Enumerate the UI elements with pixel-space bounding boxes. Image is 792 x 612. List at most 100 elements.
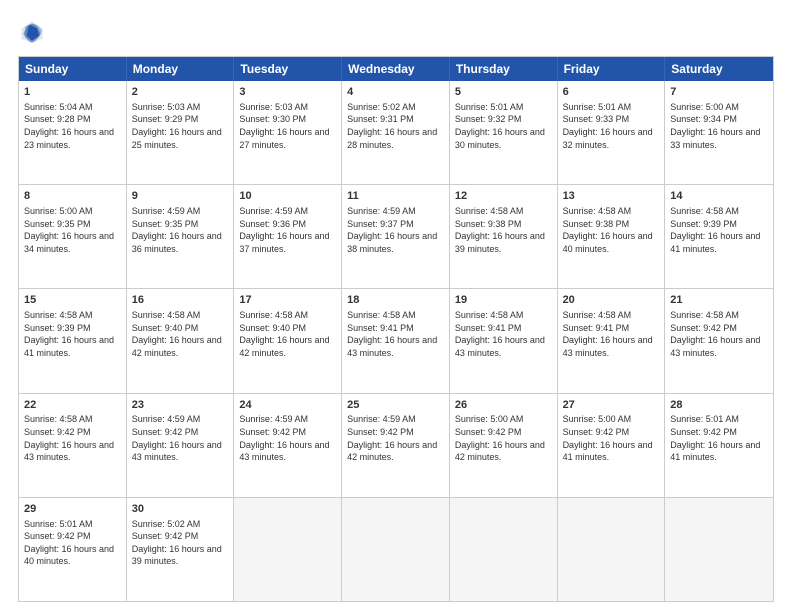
day-number: 29 xyxy=(24,502,121,517)
cell-info: Sunrise: 5:00 AMSunset: 9:42 PMDaylight:… xyxy=(455,413,552,463)
cell-info: Sunrise: 5:00 AMSunset: 9:42 PMDaylight:… xyxy=(563,413,660,463)
day-cell-6: 6 Sunrise: 5:01 AMSunset: 9:33 PMDayligh… xyxy=(558,81,666,184)
cell-info: Sunrise: 4:58 AMSunset: 9:40 PMDaylight:… xyxy=(132,309,229,359)
day-number: 14 xyxy=(670,189,768,204)
day-number: 7 xyxy=(670,85,768,100)
cell-info: Sunrise: 4:58 AMSunset: 9:42 PMDaylight:… xyxy=(24,413,121,463)
cell-info: Sunrise: 5:01 AMSunset: 9:42 PMDaylight:… xyxy=(670,413,768,463)
calendar-row-5: 29 Sunrise: 5:01 AMSunset: 9:42 PMDaylig… xyxy=(19,498,773,601)
cell-info: Sunrise: 4:58 AMSunset: 9:42 PMDaylight:… xyxy=(670,309,768,359)
header-cell-monday: Monday xyxy=(127,57,235,81)
day-number: 15 xyxy=(24,293,121,308)
cell-info: Sunrise: 5:01 AMSunset: 9:32 PMDaylight:… xyxy=(455,101,552,151)
page-header xyxy=(18,18,774,46)
day-number: 17 xyxy=(239,293,336,308)
header-cell-wednesday: Wednesday xyxy=(342,57,450,81)
day-cell-29: 29 Sunrise: 5:01 AMSunset: 9:42 PMDaylig… xyxy=(19,498,127,601)
day-cell-24: 24 Sunrise: 4:59 AMSunset: 9:42 PMDaylig… xyxy=(234,394,342,497)
cell-info: Sunrise: 5:01 AMSunset: 9:42 PMDaylight:… xyxy=(24,518,121,568)
cell-info: Sunrise: 4:59 AMSunset: 9:42 PMDaylight:… xyxy=(132,413,229,463)
day-cell-28: 28 Sunrise: 5:01 AMSunset: 9:42 PMDaylig… xyxy=(665,394,773,497)
day-number: 18 xyxy=(347,293,444,308)
day-cell-21: 21 Sunrise: 4:58 AMSunset: 9:42 PMDaylig… xyxy=(665,289,773,392)
day-cell-13: 13 Sunrise: 4:58 AMSunset: 9:38 PMDaylig… xyxy=(558,185,666,288)
calendar-page: SundayMondayTuesdayWednesdayThursdayFrid… xyxy=(0,0,792,612)
calendar-row-3: 15 Sunrise: 4:58 AMSunset: 9:39 PMDaylig… xyxy=(19,289,773,393)
day-number: 11 xyxy=(347,189,444,204)
header-cell-sunday: Sunday xyxy=(19,57,127,81)
day-cell-27: 27 Sunrise: 5:00 AMSunset: 9:42 PMDaylig… xyxy=(558,394,666,497)
day-cell-7: 7 Sunrise: 5:00 AMSunset: 9:34 PMDayligh… xyxy=(665,81,773,184)
day-cell-16: 16 Sunrise: 4:58 AMSunset: 9:40 PMDaylig… xyxy=(127,289,235,392)
day-cell-14: 14 Sunrise: 4:58 AMSunset: 9:39 PMDaylig… xyxy=(665,185,773,288)
day-cell-2: 2 Sunrise: 5:03 AMSunset: 9:29 PMDayligh… xyxy=(127,81,235,184)
day-cell-5: 5 Sunrise: 5:01 AMSunset: 9:32 PMDayligh… xyxy=(450,81,558,184)
calendar-row-2: 8 Sunrise: 5:00 AMSunset: 9:35 PMDayligh… xyxy=(19,185,773,289)
day-cell-15: 15 Sunrise: 4:58 AMSunset: 9:39 PMDaylig… xyxy=(19,289,127,392)
day-number: 1 xyxy=(24,85,121,100)
day-cell-8: 8 Sunrise: 5:00 AMSunset: 9:35 PMDayligh… xyxy=(19,185,127,288)
day-cell-18: 18 Sunrise: 4:58 AMSunset: 9:41 PMDaylig… xyxy=(342,289,450,392)
cell-info: Sunrise: 4:58 AMSunset: 9:41 PMDaylight:… xyxy=(455,309,552,359)
calendar-body: 1 Sunrise: 5:04 AMSunset: 9:28 PMDayligh… xyxy=(19,81,773,601)
day-number: 5 xyxy=(455,85,552,100)
header-cell-thursday: Thursday xyxy=(450,57,558,81)
cell-info: Sunrise: 4:59 AMSunset: 9:42 PMDaylight:… xyxy=(239,413,336,463)
cell-info: Sunrise: 4:58 AMSunset: 9:41 PMDaylight:… xyxy=(563,309,660,359)
day-number: 22 xyxy=(24,398,121,413)
day-number: 9 xyxy=(132,189,229,204)
day-number: 28 xyxy=(670,398,768,413)
day-cell-20: 20 Sunrise: 4:58 AMSunset: 9:41 PMDaylig… xyxy=(558,289,666,392)
day-number: 27 xyxy=(563,398,660,413)
day-number: 16 xyxy=(132,293,229,308)
day-number: 12 xyxy=(455,189,552,204)
day-number: 21 xyxy=(670,293,768,308)
header-cell-tuesday: Tuesday xyxy=(234,57,342,81)
empty-cell xyxy=(450,498,558,601)
cell-info: Sunrise: 4:59 AMSunset: 9:37 PMDaylight:… xyxy=(347,205,444,255)
day-cell-1: 1 Sunrise: 5:04 AMSunset: 9:28 PMDayligh… xyxy=(19,81,127,184)
day-number: 3 xyxy=(239,85,336,100)
calendar-header: SundayMondayTuesdayWednesdayThursdayFrid… xyxy=(19,57,773,81)
calendar-row-4: 22 Sunrise: 4:58 AMSunset: 9:42 PMDaylig… xyxy=(19,394,773,498)
cell-info: Sunrise: 5:03 AMSunset: 9:29 PMDaylight:… xyxy=(132,101,229,151)
cell-info: Sunrise: 4:59 AMSunset: 9:42 PMDaylight:… xyxy=(347,413,444,463)
day-cell-3: 3 Sunrise: 5:03 AMSunset: 9:30 PMDayligh… xyxy=(234,81,342,184)
day-cell-4: 4 Sunrise: 5:02 AMSunset: 9:31 PMDayligh… xyxy=(342,81,450,184)
day-number: 8 xyxy=(24,189,121,204)
cell-info: Sunrise: 4:58 AMSunset: 9:39 PMDaylight:… xyxy=(670,205,768,255)
day-number: 6 xyxy=(563,85,660,100)
day-cell-9: 9 Sunrise: 4:59 AMSunset: 9:35 PMDayligh… xyxy=(127,185,235,288)
day-number: 25 xyxy=(347,398,444,413)
day-number: 30 xyxy=(132,502,229,517)
cell-info: Sunrise: 4:58 AMSunset: 9:40 PMDaylight:… xyxy=(239,309,336,359)
day-number: 23 xyxy=(132,398,229,413)
cell-info: Sunrise: 4:58 AMSunset: 9:41 PMDaylight:… xyxy=(347,309,444,359)
header-cell-friday: Friday xyxy=(558,57,666,81)
logo-icon xyxy=(18,18,46,46)
day-number: 24 xyxy=(239,398,336,413)
cell-info: Sunrise: 4:59 AMSunset: 9:36 PMDaylight:… xyxy=(239,205,336,255)
calendar-row-1: 1 Sunrise: 5:04 AMSunset: 9:28 PMDayligh… xyxy=(19,81,773,185)
day-cell-11: 11 Sunrise: 4:59 AMSunset: 9:37 PMDaylig… xyxy=(342,185,450,288)
empty-cell xyxy=(665,498,773,601)
day-cell-17: 17 Sunrise: 4:58 AMSunset: 9:40 PMDaylig… xyxy=(234,289,342,392)
day-cell-22: 22 Sunrise: 4:58 AMSunset: 9:42 PMDaylig… xyxy=(19,394,127,497)
empty-cell xyxy=(234,498,342,601)
cell-info: Sunrise: 4:58 AMSunset: 9:38 PMDaylight:… xyxy=(455,205,552,255)
cell-info: Sunrise: 4:58 AMSunset: 9:38 PMDaylight:… xyxy=(563,205,660,255)
day-cell-25: 25 Sunrise: 4:59 AMSunset: 9:42 PMDaylig… xyxy=(342,394,450,497)
calendar: SundayMondayTuesdayWednesdayThursdayFrid… xyxy=(18,56,774,602)
cell-info: Sunrise: 5:03 AMSunset: 9:30 PMDaylight:… xyxy=(239,101,336,151)
day-cell-23: 23 Sunrise: 4:59 AMSunset: 9:42 PMDaylig… xyxy=(127,394,235,497)
day-number: 19 xyxy=(455,293,552,308)
day-number: 13 xyxy=(563,189,660,204)
cell-info: Sunrise: 5:00 AMSunset: 9:34 PMDaylight:… xyxy=(670,101,768,151)
day-number: 10 xyxy=(239,189,336,204)
empty-cell xyxy=(342,498,450,601)
day-number: 4 xyxy=(347,85,444,100)
day-cell-10: 10 Sunrise: 4:59 AMSunset: 9:36 PMDaylig… xyxy=(234,185,342,288)
day-cell-12: 12 Sunrise: 4:58 AMSunset: 9:38 PMDaylig… xyxy=(450,185,558,288)
empty-cell xyxy=(558,498,666,601)
day-number: 26 xyxy=(455,398,552,413)
